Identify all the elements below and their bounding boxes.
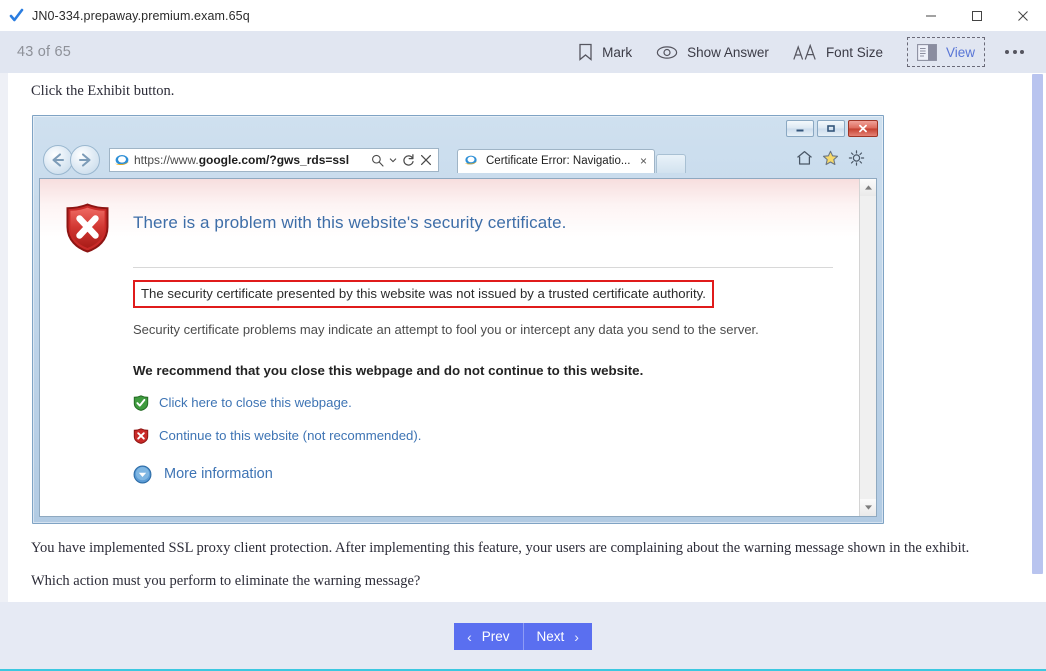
new-tab-button[interactable] [656, 153, 686, 173]
browser-content-area: There is a problem with this website's s… [39, 178, 877, 517]
chevron-left-icon: ‹ [467, 628, 472, 645]
red-shield-x-icon [133, 428, 149, 444]
red-shield-error-icon [64, 203, 111, 253]
next-button[interactable]: Next › [523, 623, 592, 650]
exhibit-browser-window: https://www.google.com/?gws_rds=ssl Cert… [32, 115, 884, 524]
home-icon[interactable] [796, 150, 813, 171]
page-scrollbar[interactable] [1029, 73, 1046, 602]
maximize-icon[interactable] [954, 0, 1000, 31]
close-icon[interactable] [1000, 0, 1046, 31]
tab-close-icon[interactable]: × [640, 155, 647, 167]
bookmark-icon [578, 43, 593, 61]
gear-icon[interactable] [848, 149, 865, 171]
scroll-down-icon[interactable] [859, 499, 876, 516]
continue-website-link[interactable]: Continue to this website (not recommende… [159, 428, 421, 443]
question-page: Click the Exhibit button. https://www.go… [8, 73, 1037, 602]
browser-window-controls [786, 120, 878, 137]
more-information-link[interactable]: More information [164, 466, 273, 482]
browser-forward-button[interactable] [70, 145, 100, 175]
browser-back-button[interactable] [43, 145, 73, 175]
green-shield-check-icon [133, 395, 149, 411]
error-recommendation: We recommend that you close this webpage… [133, 362, 644, 378]
show-answer-label: Show Answer [687, 44, 769, 60]
exam-toolbar: 43 of 65 Mark Show Answer Font Size View [0, 31, 1046, 73]
scroll-up-icon[interactable] [859, 179, 876, 196]
browser-tabstrip: Certificate Error: Navigatio... × [449, 148, 686, 173]
exam-app-window: JN0-334.prepaway.premium.exam.65q 43 of … [0, 0, 1046, 671]
prev-label: Prev [481, 629, 510, 644]
address-bar-tools [371, 153, 434, 167]
browser-navigation-row: https://www.google.com/?gws_rds=ssl Cert… [33, 142, 883, 178]
browser-minimize-icon[interactable] [786, 120, 814, 137]
font-size-label: Font Size [825, 44, 883, 60]
eye-icon [656, 45, 678, 60]
star-icon[interactable] [822, 150, 839, 171]
show-answer-button[interactable]: Show Answer [644, 37, 781, 67]
toolbar-actions: Mark Show Answer Font Size View [566, 31, 1046, 73]
chevron-down-icon[interactable] [389, 157, 397, 163]
minimize-icon[interactable] [908, 0, 954, 31]
navigation-button-group: ‹ Prev Next › [454, 623, 592, 650]
browser-maximize-icon[interactable] [817, 120, 845, 137]
more-options-button[interactable] [995, 37, 1034, 67]
expand-circle-icon [133, 465, 152, 484]
error-header: There is a problem with this website's s… [64, 201, 833, 253]
exhibit-scrollbar[interactable] [859, 179, 876, 516]
chevron-right-icon: › [574, 628, 579, 645]
browser-close-icon[interactable] [848, 120, 878, 137]
navigation-footer: ‹ Prev Next › [0, 602, 1046, 671]
browser-address-bar[interactable]: https://www.google.com/?gws_rds=ssl [109, 148, 439, 172]
window-controls [908, 0, 1046, 31]
certificate-error-page: There is a problem with this website's s… [40, 179, 859, 516]
stop-loading-icon[interactable] [420, 154, 432, 166]
question-body-text: You have implemented SSL proxy client pr… [31, 540, 970, 556]
browser-titlebar [33, 116, 883, 142]
close-webpage-link-row[interactable]: Click here to close this webpage. [133, 395, 833, 411]
next-label: Next [536, 629, 565, 644]
error-heading: There is a problem with this website's s… [133, 213, 567, 232]
mark-button[interactable]: Mark [566, 37, 644, 67]
window-titlebar: JN0-334.prepaway.premium.exam.65q [0, 0, 1046, 31]
ellipsis-icon [1005, 50, 1024, 54]
error-description: Security certificate problems may indica… [133, 322, 759, 337]
page-scrollbar-thumb[interactable] [1032, 74, 1043, 574]
view-layout-icon [917, 43, 937, 61]
highlighted-certificate-message: The security certificate presented by th… [133, 280, 714, 308]
question-ask-text: Which action must you perform to elimina… [31, 573, 421, 589]
titlebar-left: JN0-334.prepaway.premium.exam.65q [0, 8, 908, 23]
question-counter: 43 of 65 [17, 44, 72, 60]
refresh-icon[interactable] [402, 153, 415, 167]
close-webpage-link[interactable]: Click here to close this webpage. [159, 395, 352, 410]
view-label: View [945, 44, 975, 60]
font-size-button[interactable]: Font Size [781, 37, 895, 67]
internet-explorer-icon [114, 152, 130, 168]
window-title: JN0-334.prepaway.premium.exam.65q [32, 8, 250, 23]
browser-tab[interactable]: Certificate Error: Navigatio... × [457, 148, 655, 173]
continue-website-link-row[interactable]: Continue to this website (not recommende… [133, 428, 833, 444]
search-icon[interactable] [371, 154, 384, 167]
font-size-icon [793, 43, 817, 61]
checkmark-icon [9, 8, 24, 23]
browser-command-icons [796, 149, 875, 171]
browser-tab-title: Certificate Error: Navigatio... [486, 155, 631, 167]
address-bar-url: https://www.google.com/?gws_rds=ssl [134, 153, 350, 167]
error-body: The security certificate presented by th… [64, 267, 833, 484]
prev-button[interactable]: ‹ Prev [454, 623, 524, 650]
exhibit-prompt: Click the Exhibit button. [31, 83, 175, 99]
view-button[interactable]: View [906, 37, 985, 67]
left-margin-strip [0, 73, 8, 602]
mark-label: Mark [602, 44, 633, 60]
tab-internet-explorer-icon [464, 153, 480, 169]
more-information-row[interactable]: More information [133, 465, 833, 484]
divider [133, 267, 833, 268]
